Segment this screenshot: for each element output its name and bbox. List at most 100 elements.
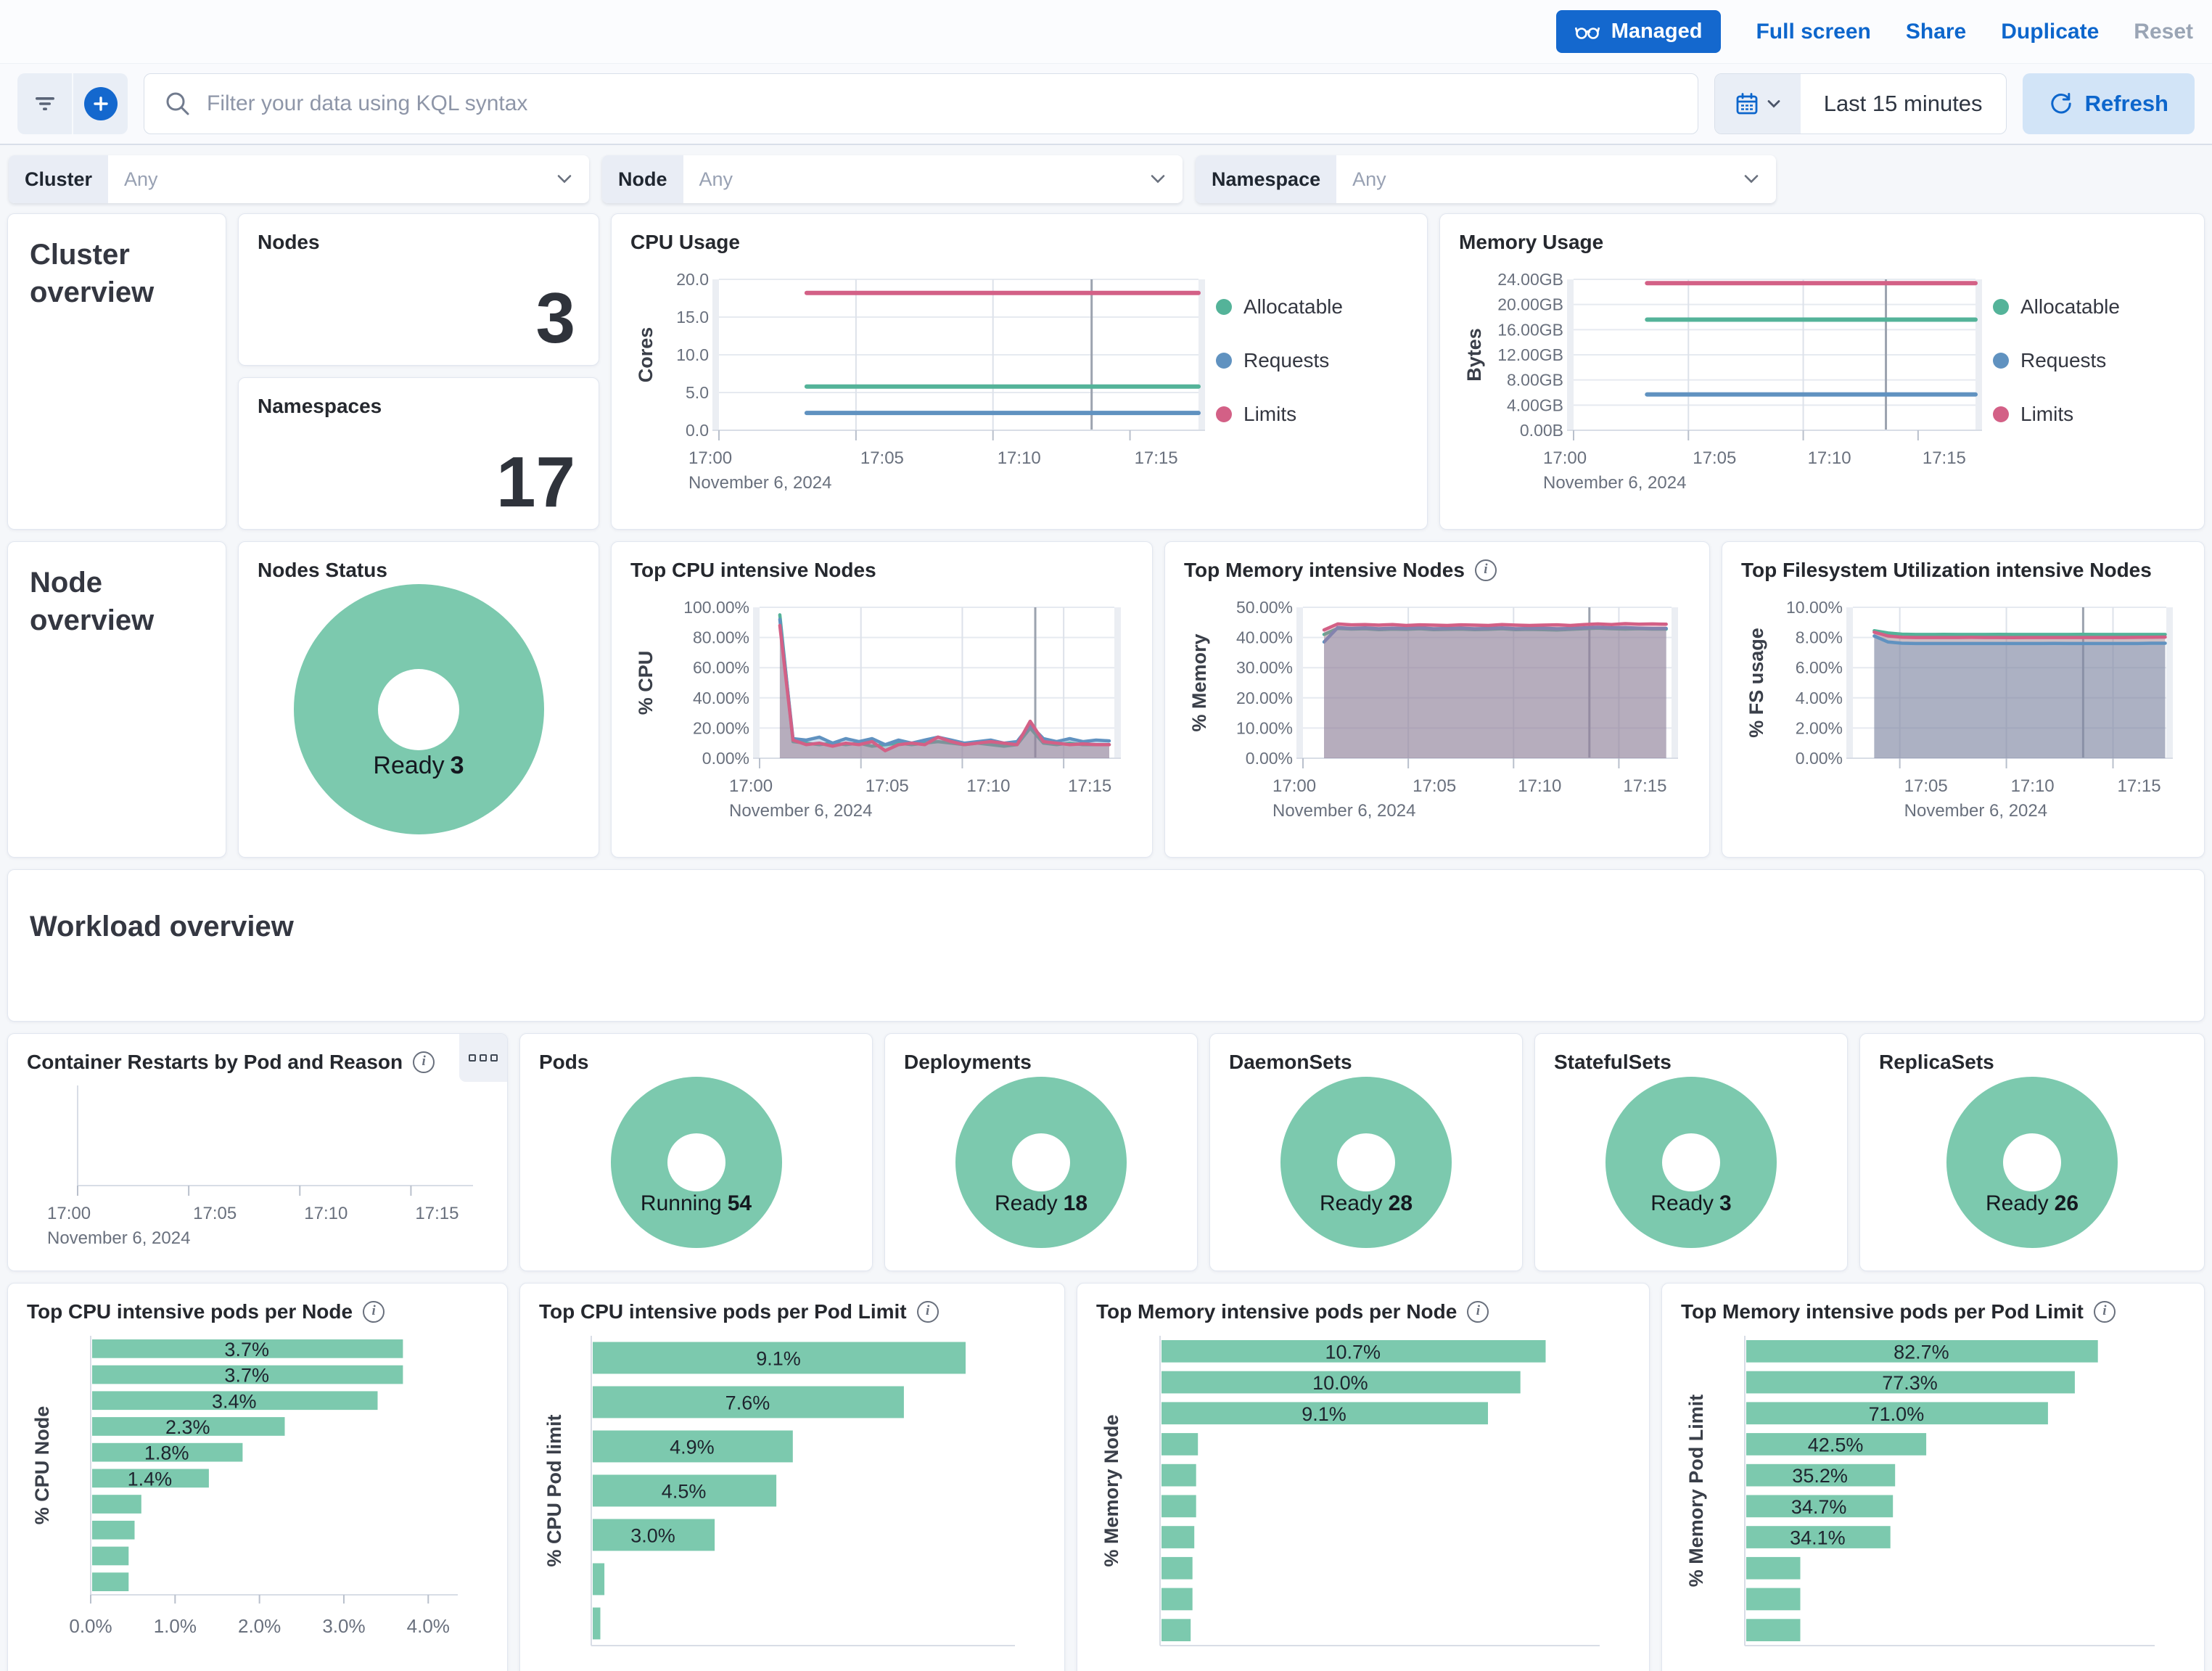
info-icon[interactable]: i [1467, 1301, 1489, 1323]
svg-text:17:00: 17:00 [729, 776, 773, 796]
svg-text:71.0%: 71.0% [1869, 1403, 1925, 1424]
svg-text:3.7%: 3.7% [224, 1338, 269, 1360]
svg-text:7.6%: 7.6% [725, 1392, 770, 1413]
svg-text:10.00%: 10.00% [1786, 598, 1843, 617]
memory-usage-title: Memory Usage [1459, 230, 2185, 255]
legend-item[interactable]: Allocatable [1993, 295, 2185, 319]
panel-options-icon [469, 1054, 476, 1062]
top-memory-pods-limit-chart[interactable]: 82.7%77.3%71.0%42.5%35.2%34.7%34.1%% Mem… [1681, 1324, 2185, 1664]
node-filter[interactable]: Node Any [602, 155, 1183, 203]
memory-usage-chart[interactable]: 0.00B4.00GB8.00GB12.00GB16.00GB20.00GB24… [1459, 255, 1993, 506]
daemonsets-donut[interactable]: Ready28 [1280, 1077, 1452, 1248]
filter-menu-button[interactable] [17, 73, 72, 134]
cpu-usage-chart[interactable]: 0.05.010.015.020.017:00November 6, 20241… [630, 255, 1216, 506]
svg-text:0.00B: 0.00B [1520, 421, 1563, 440]
add-filter-button[interactable] [72, 73, 128, 134]
share-button[interactable]: Share [1906, 20, 1966, 44]
svg-text:20.00%: 20.00% [1236, 688, 1293, 707]
container-restarts-chart[interactable]: 17:00November 6, 202417:0517:1017:15 [27, 1075, 488, 1247]
legend-dot-icon [1993, 406, 2009, 422]
svg-text:November 6, 2024: November 6, 2024 [1543, 473, 1686, 493]
time-range-picker: Last 15 minutes [1714, 73, 2007, 134]
info-icon[interactable]: i [917, 1301, 939, 1323]
legend-dot-icon [1993, 299, 2009, 315]
pods-panel: Pods Running54 [519, 1033, 873, 1271]
svg-text:% Memory Pod Limit: % Memory Pod Limit [1685, 1394, 1707, 1587]
svg-text:% CPU Pod limit: % CPU Pod limit [543, 1414, 565, 1567]
svg-text:80.00%: 80.00% [693, 628, 749, 646]
svg-text:% Memory Node: % Memory Node [1101, 1414, 1122, 1567]
nodes-metric-value: 3 [535, 282, 575, 353]
time-range-value[interactable]: Last 15 minutes [1801, 74, 2006, 134]
search-placeholder: Filter your data using KQL syntax [207, 91, 527, 116]
daemonsets-panel: DaemonSets Ready28 [1209, 1033, 1523, 1271]
pods-donut[interactable]: Running54 [611, 1077, 782, 1248]
cluster-filter-value: Any [108, 168, 556, 191]
deployments-donut[interactable]: Ready18 [955, 1077, 1127, 1248]
top-cpu-pods-node-title: Top CPU intensive pods per Node [27, 1300, 353, 1324]
top-memory-pods-limit-title: Top Memory intensive pods per Pod Limit [1681, 1300, 2084, 1324]
info-icon[interactable]: i [1475, 559, 1497, 581]
panel-options-button[interactable] [459, 1034, 507, 1082]
managed-button[interactable]: Managed [1556, 10, 1722, 53]
full-screen-button[interactable]: Full screen [1756, 20, 1870, 44]
chevron-down-icon [1767, 99, 1781, 109]
search-input[interactable]: Filter your data using KQL syntax [144, 73, 1698, 134]
svg-text:17:10: 17:10 [1518, 776, 1561, 796]
svg-text:12.00GB: 12.00GB [1497, 345, 1563, 364]
namespace-filter[interactable]: Namespace Any [1196, 155, 1776, 203]
svg-text:8.00%: 8.00% [1796, 628, 1843, 646]
top-cpu-nodes-chart[interactable]: 0.00%20.00%40.00%60.00%80.00%100.00%17:0… [630, 583, 1133, 834]
legend-label: Allocatable [2020, 295, 2120, 319]
legend-item[interactable]: Allocatable [1216, 295, 1408, 319]
replicasets-donut[interactable]: Ready26 [1946, 1077, 2118, 1248]
cluster-filter[interactable]: Cluster Any [9, 155, 589, 203]
top-memory-pods-node-chart[interactable]: 10.7%10.0%9.1%% Memory Node [1096, 1324, 1630, 1664]
svg-text:20.00%: 20.00% [693, 718, 749, 737]
statefulsets-donut[interactable]: Ready3 [1605, 1077, 1777, 1248]
svg-text:17:00: 17:00 [688, 448, 732, 468]
chevron-down-icon [1149, 173, 1167, 185]
top-cpu-pods-node-chart[interactable]: 3.7%3.7%3.4%2.3%1.8%1.4%0.0%1.0%2.0%3.0%… [27, 1324, 488, 1664]
cluster-overview-panel: Cluster overview [7, 213, 226, 530]
svg-text:42.5%: 42.5% [1808, 1434, 1864, 1456]
top-cpu-pods-limit-panel: Top CPU intensive pods per Pod Limit i 9… [519, 1283, 1065, 1671]
top-cpu-pods-limit-chart[interactable]: 9.1%7.6%4.9%4.5%3.0%% CPU Pod limit [539, 1324, 1045, 1664]
legend-item[interactable]: Requests [1993, 349, 2185, 372]
reset-button[interactable]: Reset [2134, 20, 2193, 44]
legend-item[interactable]: Requests [1216, 349, 1408, 372]
info-icon[interactable]: i [413, 1051, 435, 1073]
top-fs-nodes-chart[interactable]: 0.00%2.00%4.00%6.00%8.00%10.00%17:05Nove… [1741, 583, 2185, 834]
statefulsets-title: StatefulSets [1554, 1050, 1828, 1075]
top-memory-nodes-chart[interactable]: 0.00%10.00%20.00%30.00%40.00%50.00%17:00… [1184, 583, 1690, 834]
nodes-metric-title: Nodes [258, 230, 580, 255]
legend-label: Requests [1243, 349, 1329, 372]
deployments-title: Deployments [904, 1050, 1178, 1075]
pods-title: Pods [539, 1050, 853, 1075]
legend-item[interactable]: Limits [1993, 403, 2185, 426]
svg-text:77.3%: 77.3% [1882, 1372, 1938, 1394]
info-icon[interactable]: i [363, 1301, 385, 1323]
calendar-menu-button[interactable] [1715, 74, 1801, 134]
svg-text:17:10: 17:10 [966, 776, 1010, 796]
refresh-button[interactable]: Refresh [2023, 73, 2195, 134]
svg-text:17:10: 17:10 [2011, 776, 2055, 796]
nodes-status-label: Ready3 [294, 752, 544, 780]
svg-text:17:00: 17:00 [47, 1204, 91, 1223]
svg-text:10.00%: 10.00% [1236, 718, 1293, 737]
svg-text:% CPU Node: % CPU Node [31, 1405, 53, 1524]
namespaces-metric-panel: Namespaces 17 [238, 377, 599, 530]
node-overview-title: Node overview [27, 558, 186, 645]
svg-text:4.5%: 4.5% [662, 1480, 707, 1502]
nodes-metric-panel: Nodes 3 [238, 213, 599, 366]
duplicate-button[interactable]: Duplicate [2001, 20, 2099, 44]
svg-text:Cores: Cores [635, 327, 657, 382]
svg-text:82.7%: 82.7% [1894, 1341, 1949, 1363]
legend-item[interactable]: Limits [1216, 403, 1408, 426]
svg-text:0.00%: 0.00% [1246, 749, 1293, 768]
replicasets-label: Ready26 [1946, 1191, 2118, 1216]
plus-icon [84, 87, 118, 120]
donut-hole [1012, 1133, 1070, 1191]
nodes-status-donut[interactable]: Ready3 [294, 584, 544, 834]
info-icon[interactable]: i [2094, 1301, 2116, 1323]
